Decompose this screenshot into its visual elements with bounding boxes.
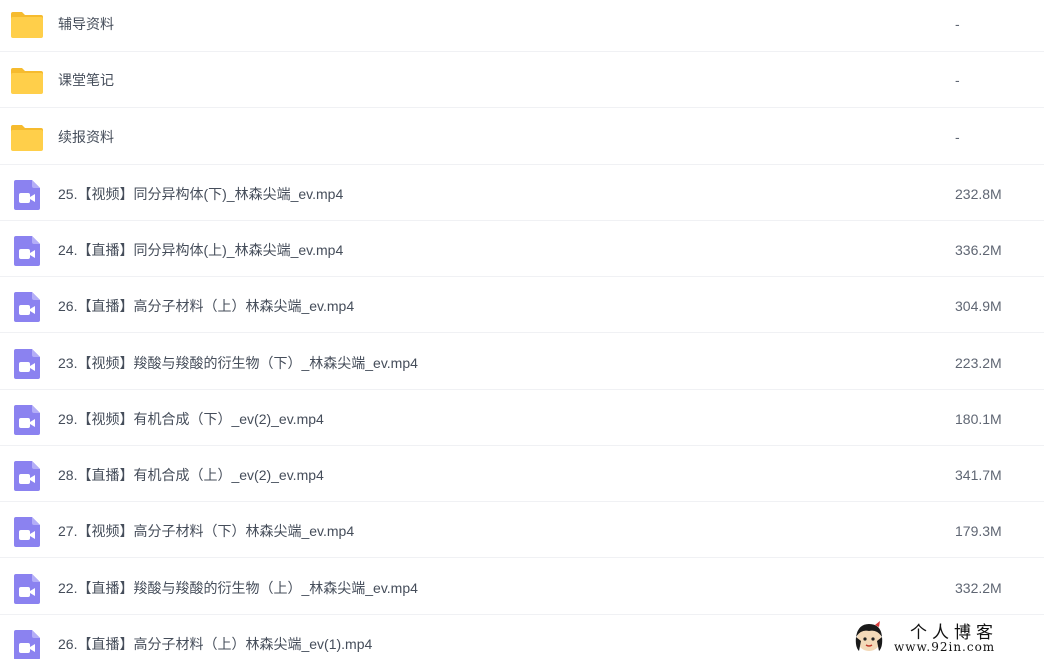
list-item-video[interactable]: 24.【直播】同分异构体(上)_林森尖端_ev.mp4 336.2M: [0, 221, 1044, 277]
list-item-folder[interactable]: 续报资料 -: [0, 109, 1044, 165]
list-item-video[interactable]: 25.【视频】同分异构体(下)_林森尖端_ev.mp4 232.8M: [0, 165, 1044, 221]
file-size: 304.9M: [955, 298, 1002, 314]
avatar-face-icon: [855, 621, 883, 651]
file-name[interactable]: 29.【视频】有机合成（下）_ev(2)_ev.mp4: [58, 411, 324, 427]
video-file-icon: [14, 574, 40, 604]
file-size: 223.2M: [955, 355, 1002, 371]
video-file-icon: [14, 236, 40, 266]
list-item-video[interactable]: 27.【视频】高分子材料（下）林森尖端_ev.mp4 179.3M: [0, 502, 1044, 558]
list-item-video[interactable]: 26.【直播】高分子材料（上）林森尖端_ev.mp4 304.9M: [0, 277, 1044, 333]
file-name[interactable]: 辅导资料: [58, 16, 114, 32]
video-file-icon: [14, 292, 40, 322]
list-item-video[interactable]: 22.【直播】羧酸与羧酸的衍生物（上）_林森尖端_ev.mp4 332.2M: [0, 559, 1044, 615]
file-size: 341.7M: [955, 467, 1002, 483]
file-size: -: [955, 129, 960, 145]
file-name[interactable]: 25.【视频】同分异构体(下)_林森尖端_ev.mp4: [58, 186, 343, 202]
file-list: 辅导资料 - 课堂笔记 - 续报资料 - 25.【视频】同分异构体(下)_林森尖…: [0, 0, 1044, 659]
list-item-folder[interactable]: 辅导资料 -: [0, 0, 1044, 52]
video-file-icon: [14, 630, 40, 659]
list-item-video[interactable]: 28.【直播】有机合成（上）_ev(2)_ev.mp4 341.7M: [0, 446, 1044, 502]
file-size: 332.2M: [955, 580, 1002, 596]
file-name[interactable]: 续报资料: [58, 129, 114, 145]
watermark: 个人博客 www.92in.com: [848, 617, 1044, 659]
file-name[interactable]: 26.【直播】高分子材料（上）林森尖端_ev(1).mp4: [58, 636, 372, 652]
file-size: -: [955, 72, 960, 88]
file-name[interactable]: 22.【直播】羧酸与羧酸的衍生物（上）_林森尖端_ev.mp4: [58, 580, 418, 596]
video-file-icon: [14, 517, 40, 547]
file-size: 232.8M: [955, 186, 1002, 202]
file-name[interactable]: 23.【视频】羧酸与羧酸的衍生物（下）_林森尖端_ev.mp4: [58, 355, 418, 371]
file-size: 179.3M: [955, 523, 1002, 539]
file-size: -: [955, 16, 960, 32]
folder-icon: [11, 68, 43, 94]
file-name[interactable]: 24.【直播】同分异构体(上)_林森尖端_ev.mp4: [58, 242, 343, 258]
list-item-video[interactable]: 23.【视频】羧酸与羧酸的衍生物（下）_林森尖端_ev.mp4 223.2M: [0, 334, 1044, 390]
video-file-icon: [14, 349, 40, 379]
list-item-folder[interactable]: 课堂笔记 -: [0, 52, 1044, 108]
list-item-video[interactable]: 29.【视频】有机合成（下）_ev(2)_ev.mp4 180.1M: [0, 390, 1044, 446]
file-name[interactable]: 27.【视频】高分子材料（下）林森尖端_ev.mp4: [58, 523, 354, 539]
video-file-icon: [14, 180, 40, 210]
folder-icon: [11, 125, 43, 151]
file-name[interactable]: 28.【直播】有机合成（上）_ev(2)_ev.mp4: [58, 467, 324, 483]
video-file-icon: [14, 405, 40, 435]
file-name[interactable]: 26.【直播】高分子材料（上）林森尖端_ev.mp4: [58, 298, 354, 314]
watermark-url: www.92in.com: [894, 640, 996, 654]
file-size: 336.2M: [955, 242, 1002, 258]
folder-icon: [11, 12, 43, 38]
file-name[interactable]: 课堂笔记: [58, 72, 114, 88]
video-file-icon: [14, 461, 40, 491]
file-size: 180.1M: [955, 411, 1002, 427]
